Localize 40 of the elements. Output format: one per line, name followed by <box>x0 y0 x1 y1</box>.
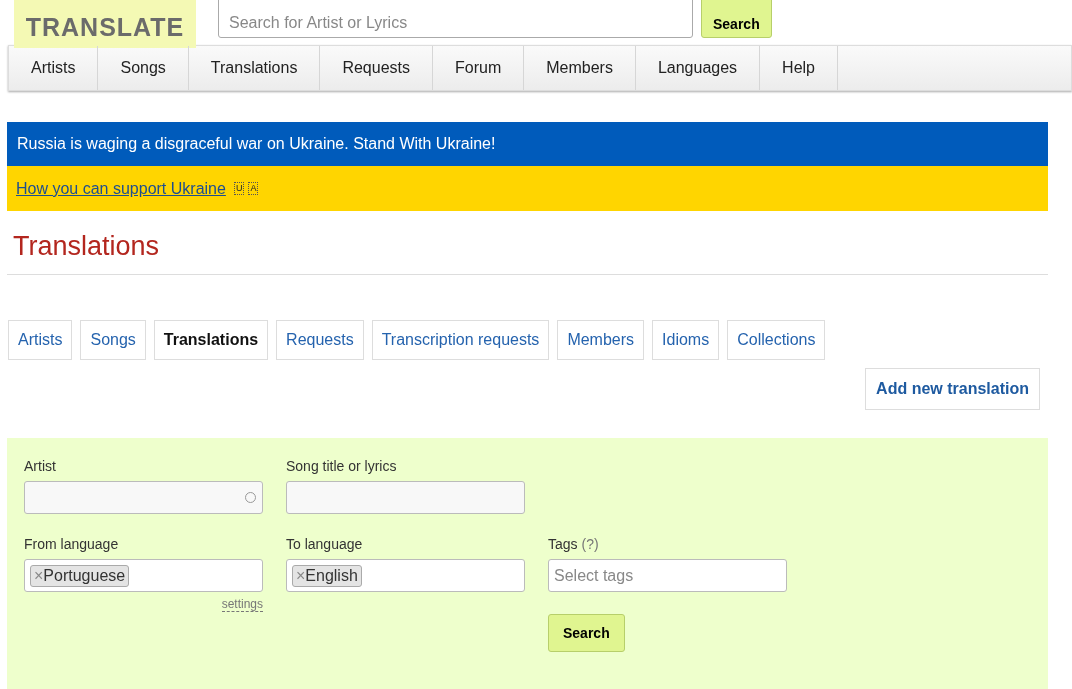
field-label: Tags (?) <box>548 536 600 552</box>
search-button[interactable]: Search <box>548 614 625 652</box>
language-tag[interactable]: ×Portuguese <box>30 564 130 587</box>
placeholder-text: Select tags <box>554 566 635 585</box>
to-language-field[interactable]: ×English <box>286 559 525 592</box>
tab[interactable]: Translations <box>153 320 269 360</box>
support-link[interactable]: How you can support Ukraine <box>16 179 226 198</box>
nav-item[interactable]: Help <box>760 46 838 90</box>
tab[interactable]: Collections <box>727 320 826 360</box>
settings-link[interactable]: settings <box>221 597 263 612</box>
nav-item[interactable]: Languages <box>635 46 761 90</box>
tab[interactable]: Members <box>557 320 645 360</box>
nav-item[interactable]: Requests <box>320 46 433 90</box>
tab[interactable]: Artists <box>8 320 73 360</box>
flag-letter: U <box>233 182 245 195</box>
language-tag[interactable]: ×English <box>292 564 362 587</box>
field-label: Song title or lyrics <box>286 458 398 474</box>
search-button[interactable]: Search <box>701 0 772 38</box>
tab[interactable]: Transcription requests <box>371 320 550 360</box>
tab[interactable]: Requests <box>276 320 364 360</box>
artist-field[interactable] <box>24 481 263 514</box>
tab[interactable]: Idioms <box>652 320 720 360</box>
nav-item[interactable]: Forum <box>433 46 525 90</box>
field-label: Artist <box>24 458 57 474</box>
tags-field[interactable]: Select tags <box>548 559 787 592</box>
from-language-field[interactable]: ×Portuguese <box>24 559 263 592</box>
nav-item[interactable]: Artists <box>9 46 99 90</box>
song-field[interactable] <box>286 481 525 514</box>
field-label: To language <box>286 536 364 552</box>
nav-item[interactable]: Songs <box>98 46 189 90</box>
site-logo[interactable]: TRANSLATE <box>14 0 196 48</box>
tab[interactable]: Songs <box>80 320 146 360</box>
add-translation-button[interactable]: Add new translation <box>865 368 1040 410</box>
flag-letter: A <box>248 182 259 195</box>
banner-message: Russia is waging a disgraceful war on Ukraine. Stand With Ukraine! <box>17 135 496 153</box>
nav-item[interactable]: Members <box>524 46 636 90</box>
field-label: From language <box>24 536 120 552</box>
search-field[interactable]: Search for Artist or Lyrics <box>218 0 693 38</box>
page-title: Translations <box>13 231 161 262</box>
nav-item[interactable]: Translations <box>188 46 321 90</box>
